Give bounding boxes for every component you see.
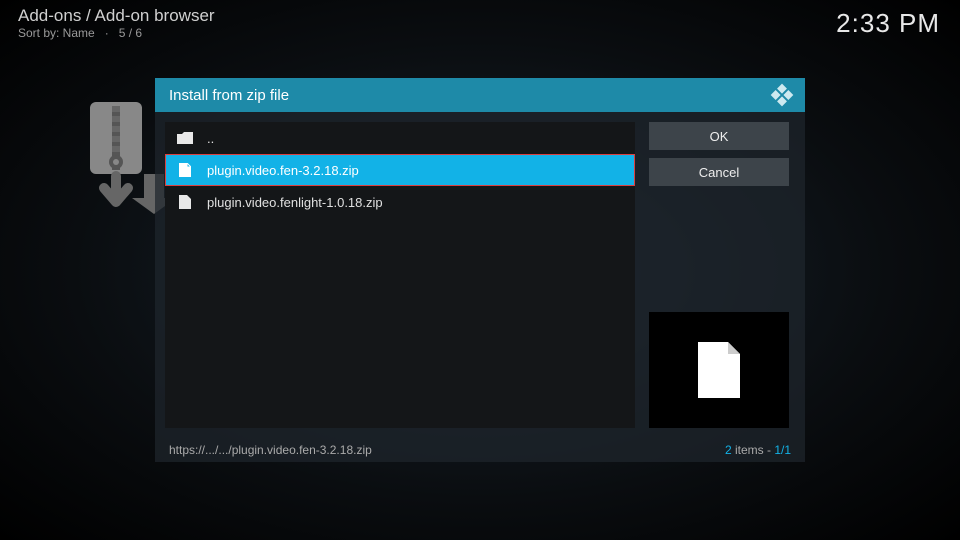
file-label: plugin.video.fen-3.2.18.zip xyxy=(207,163,359,178)
zip-install-icon xyxy=(86,98,166,218)
dialog-body: .. plugin.video.fen-3.2.18.zip plugin.vi… xyxy=(155,112,805,438)
file-icon xyxy=(177,194,193,210)
kodi-logo-icon xyxy=(769,82,795,113)
item-count: 2 xyxy=(725,443,732,457)
sort-count: 5 / 6 xyxy=(119,26,142,40)
file-preview-icon xyxy=(696,340,742,400)
ok-button[interactable]: OK xyxy=(649,122,789,150)
install-dialog: Install from zip file xyxy=(155,78,805,462)
item-label: items - xyxy=(732,443,775,457)
file-icon xyxy=(177,162,193,178)
file-item[interactable]: plugin.video.fenlight-1.0.18.zip xyxy=(165,186,635,218)
folder-up-icon xyxy=(177,130,193,146)
file-item-up[interactable]: .. xyxy=(165,122,635,154)
dialog-footer: https://.../.../plugin.video.fen-3.2.18.… xyxy=(155,438,805,462)
file-label: .. xyxy=(207,131,214,146)
footer-path: https://.../.../plugin.video.fen-3.2.18.… xyxy=(169,443,372,457)
screen: Add-ons / Add-on browser Sort by: Name ·… xyxy=(0,0,960,540)
sort-sep: · xyxy=(98,26,115,40)
preview-box xyxy=(649,312,789,428)
header: Add-ons / Add-on browser Sort by: Name ·… xyxy=(18,6,215,40)
dialog-right-panel: OK Cancel xyxy=(649,122,789,428)
file-label: plugin.video.fenlight-1.0.18.zip xyxy=(207,195,383,210)
cancel-button[interactable]: Cancel xyxy=(649,158,789,186)
file-item-selected[interactable]: plugin.video.fen-3.2.18.zip xyxy=(165,154,635,186)
file-list[interactable]: .. plugin.video.fen-3.2.18.zip plugin.vi… xyxy=(165,122,635,428)
sort-label: Sort by: Name xyxy=(18,26,95,40)
clock: 2:33 PM xyxy=(836,8,940,39)
page-count: 1/1 xyxy=(774,443,791,457)
breadcrumb: Add-ons / Add-on browser xyxy=(18,6,215,26)
footer-count: 2 items - 1/1 xyxy=(725,443,791,457)
sort-line: Sort by: Name · 5 / 6 xyxy=(18,26,215,40)
dialog-title: Install from zip file xyxy=(169,87,289,104)
dialog-titlebar: Install from zip file xyxy=(155,78,805,112)
